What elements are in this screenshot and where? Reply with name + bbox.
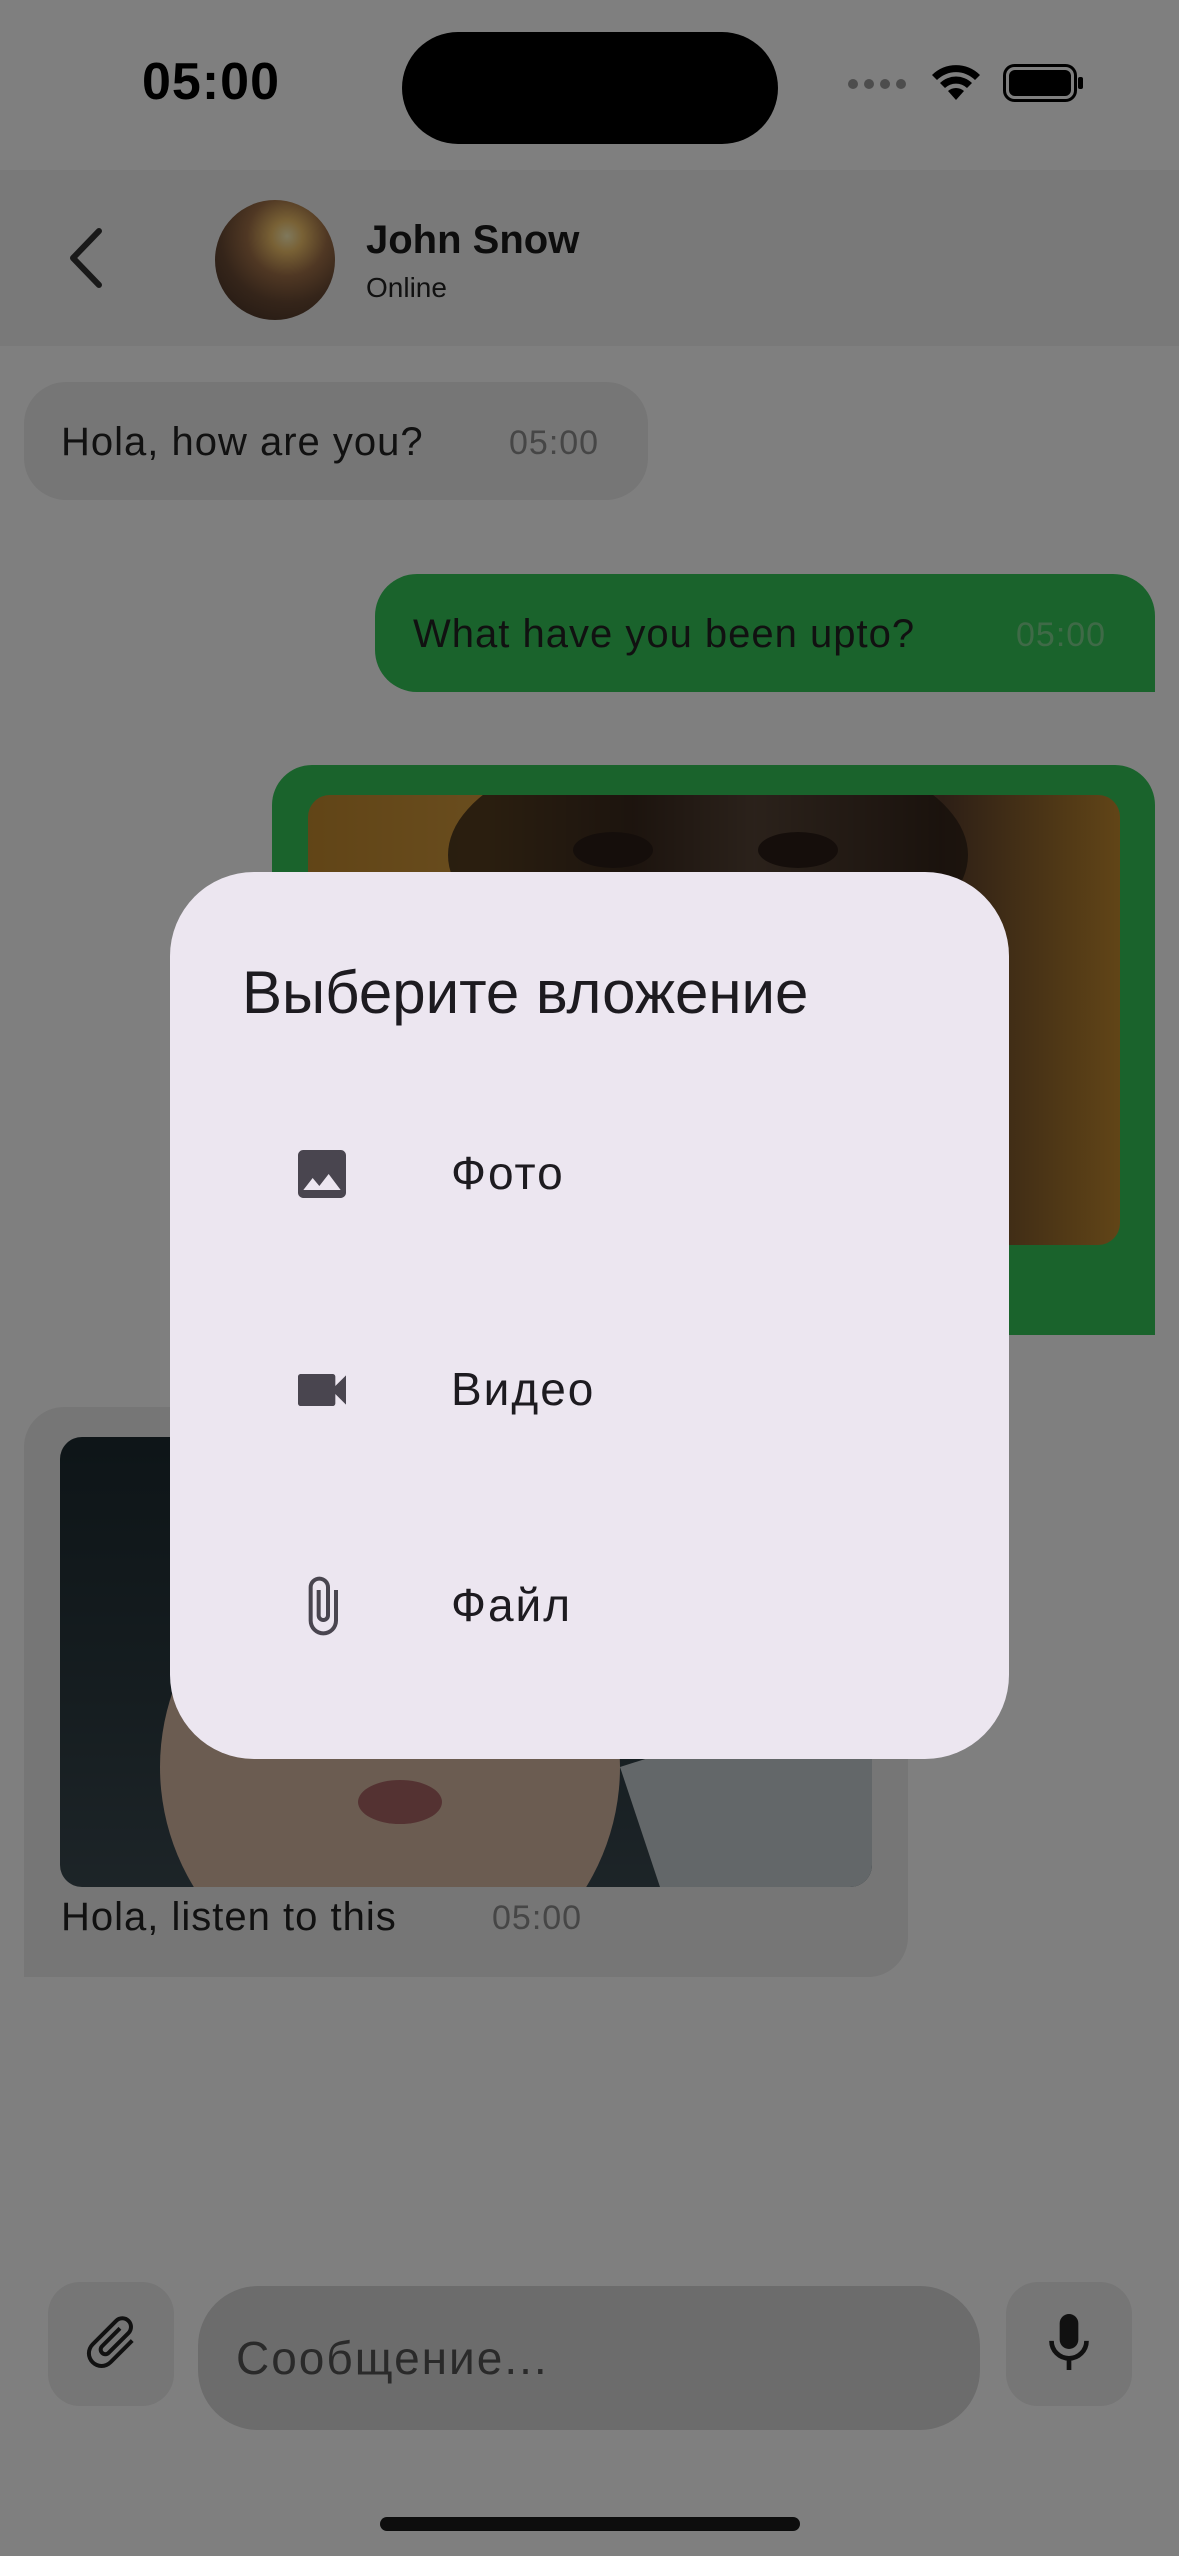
- option-label: Видео: [451, 1363, 596, 1415]
- option-label: Файл: [451, 1579, 573, 1631]
- image-icon: [290, 1142, 354, 1206]
- videocam-icon: [290, 1358, 354, 1422]
- option-label: Фото: [451, 1147, 565, 1199]
- dialog-title: Выберите вложение: [242, 959, 809, 1026]
- option-file[interactable]: Файл: [210, 1504, 970, 1704]
- attachment-dialog: Выберите вложение Фото Видео Файл: [170, 872, 1009, 1759]
- paperclip-icon: [290, 1574, 354, 1638]
- option-video[interactable]: Видео: [210, 1288, 970, 1488]
- option-photo[interactable]: Фото: [210, 1072, 970, 1272]
